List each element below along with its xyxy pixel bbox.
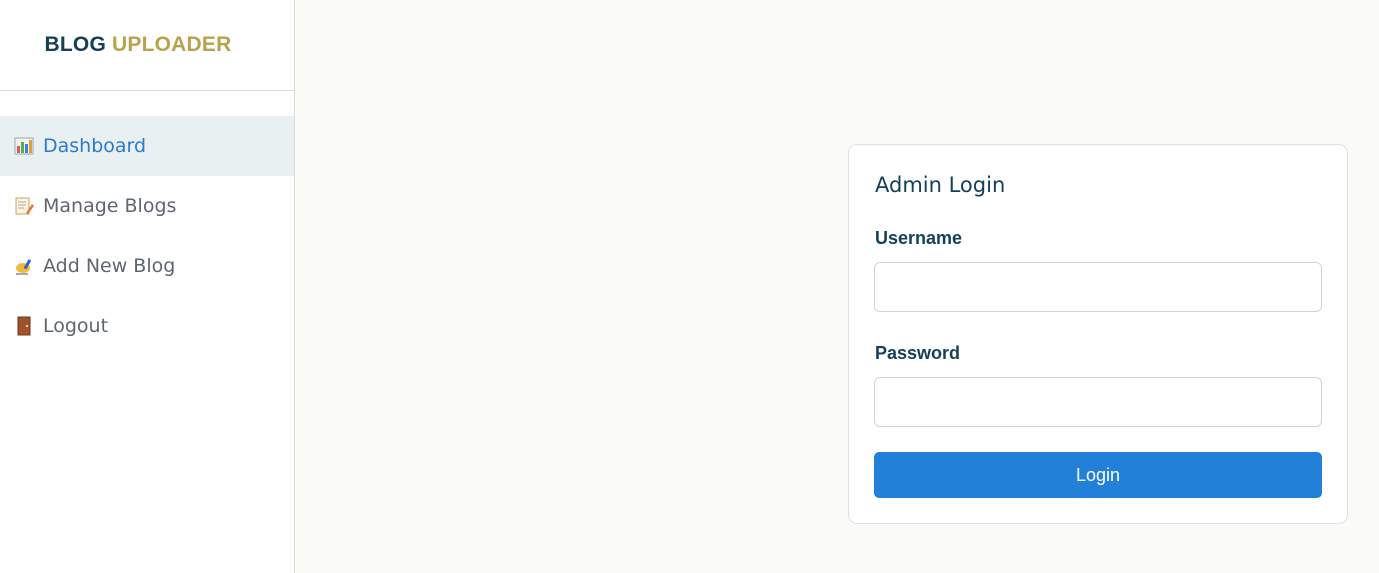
sidebar-nav: Dashboard Manage Blogs Add New Blog Logo… (0, 116, 294, 356)
sidebar-item-manage-blogs[interactable]: Manage Blogs (0, 176, 294, 236)
login-button[interactable]: Login (874, 452, 1322, 498)
sidebar-item-logout[interactable]: Logout (0, 296, 294, 356)
sidebar-item-label: Manage Blogs (43, 195, 177, 217)
sidebar-item-label: Add New Blog (43, 255, 176, 277)
memo-icon (13, 196, 34, 217)
password-input[interactable] (874, 377, 1322, 427)
password-label: Password (875, 343, 961, 363)
username-label: Username (875, 228, 963, 248)
sidebar-item-dashboard[interactable]: Dashboard (0, 116, 294, 176)
sidebar-item-add-new-blog[interactable]: Add New Blog (0, 236, 294, 296)
bar-chart-icon (13, 136, 34, 157)
brand-logo[interactable]: BLOG UPLOADER (0, 0, 294, 91)
door-icon (13, 316, 34, 337)
sidebar: BLOG UPLOADER Dashboard Manage Blogs Add… (0, 0, 295, 573)
login-title: Admin Login (875, 173, 1006, 197)
sidebar-item-label: Dashboard (43, 135, 147, 157)
sidebar-item-label: Logout (43, 315, 109, 337)
login-card: Admin Login Username Password Login (848, 144, 1348, 524)
brand-text-accent: UPLOADER (112, 33, 232, 56)
brand-text-primary: BLOG (44, 33, 106, 56)
app-root: BLOG UPLOADER Dashboard Manage Blogs Add… (0, 0, 1379, 573)
writing-hand-icon (13, 256, 34, 277)
username-input[interactable] (874, 262, 1322, 312)
